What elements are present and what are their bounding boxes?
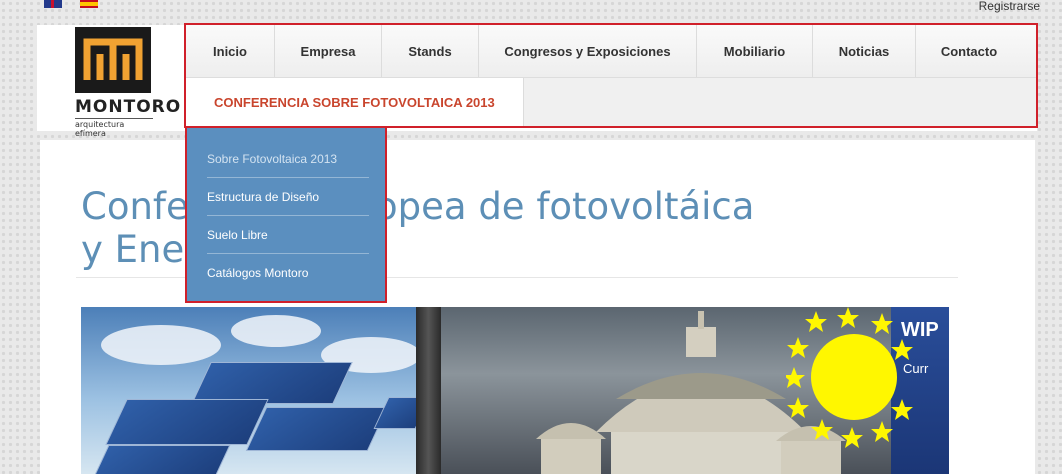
submenu-item-sobre-fotovoltaica[interactable]: Sobre Fotovoltaica 2013 (207, 152, 367, 166)
nav-item-inicio[interactable]: Inicio (186, 25, 275, 77)
submenu-dropdown: Sobre Fotovoltaica 2013 Estructura de Di… (185, 126, 387, 303)
english-flag-icon[interactable] (44, 0, 62, 8)
nav-item-conferencia[interactable]: CONFERENCIA SOBRE FOTOVOLTAICA 2013 (186, 78, 524, 126)
nav-item-stands[interactable]: Stands (382, 25, 479, 77)
submenu-item-estructura[interactable]: Estructura de Diseño (207, 190, 367, 204)
spanish-flag-icon[interactable] (80, 0, 98, 8)
nav-item-empresa[interactable]: Empresa (275, 25, 382, 77)
main-navigation: Inicio Empresa Stands Congresos y Exposi… (184, 23, 1038, 128)
language-flags (44, 0, 98, 8)
photo-pillar (416, 307, 441, 474)
eu-stars-sun-icon (786, 307, 913, 448)
conference-photo: WIP Curr (81, 307, 949, 474)
register-link[interactable]: Registrarse (979, 0, 1040, 12)
nav-item-noticias[interactable]: Noticias (813, 25, 916, 77)
logo-tagline: arquitectura efímera (75, 118, 153, 138)
nav-item-congresos[interactable]: Congresos y Exposiciones (479, 25, 697, 77)
page-title-line-1: Conferencia europea de fotovoltáica (81, 185, 755, 228)
logo-name: MONTORO (75, 97, 182, 117)
submenu-item-suelo-libre[interactable]: Suelo Libre (207, 228, 367, 242)
nav-item-mobiliario[interactable]: Mobiliario (697, 25, 813, 77)
montoro-logo-icon (75, 27, 151, 93)
nav-item-contacto[interactable]: Contacto (916, 25, 1022, 77)
submenu-item-catalogos[interactable]: Catálogos Montoro (207, 266, 367, 280)
logo[interactable]: MONTORO arquitectura efímera (75, 27, 182, 138)
nav-row-filler (523, 78, 1036, 126)
solar-panels-image (81, 307, 431, 474)
